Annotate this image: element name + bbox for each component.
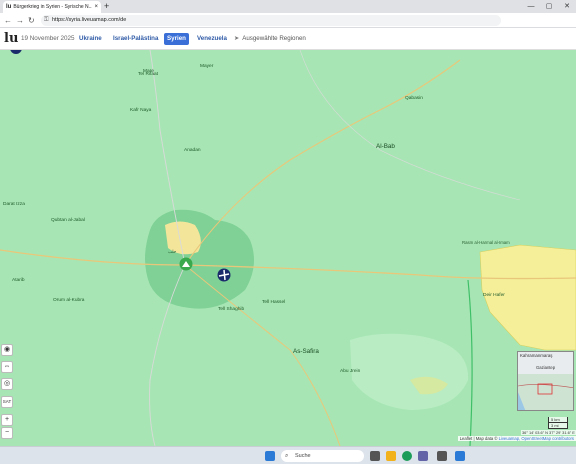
tab-strip: lu Bürgerkrieg in Syrien - Syrische N...…	[0, 0, 576, 13]
forward-button[interactable]: →	[16, 13, 24, 28]
attribution-prefix: Leaflet | Map data ©	[459, 436, 498, 441]
place-tell-hassel: Tell Hassel	[262, 300, 286, 305]
urban-area	[145, 209, 254, 309]
road-minor	[299, 50, 521, 201]
place-al-bab: Al-Bab	[376, 143, 395, 150]
minimize-button[interactable]: —	[522, 0, 540, 13]
selected-regions-label: Ausgewählte Regionen	[242, 35, 306, 42]
site-header: lu 19 November 2025 Ukraine Israel-Paläs…	[0, 28, 576, 50]
place-deir-hafer: Deir Hafer	[483, 293, 505, 298]
zoom-out-button[interactable]: −	[1, 427, 13, 439]
place-tal-rifaat: Tel Rifaat	[138, 72, 158, 77]
minimap-label-gaziantep: Gaziantep	[536, 365, 556, 370]
scale-mi: 3 mi	[548, 423, 568, 429]
top-marker[interactable]	[10, 50, 22, 54]
coordinate-readout: 36° 14' 03.6" N 37° 29' 31.6" E	[521, 430, 576, 435]
address-bar-row: ← → ↻ ⚿ https://syria.liveuamap.com/de	[0, 13, 576, 28]
map-layers	[0, 50, 576, 446]
reload-button[interactable]: ↻	[28, 13, 35, 28]
place-qabasin: Qabasin	[405, 96, 423, 101]
windows-start-icon[interactable]	[265, 451, 275, 461]
teams-icon[interactable]	[418, 451, 428, 461]
place-abu-jrein: Abu Jrein	[340, 369, 361, 374]
selected-regions-button[interactable]: ➤ Ausgewählte Regionen	[234, 28, 306, 50]
zoom-in-button[interactable]: +	[1, 414, 13, 426]
tab-israel-palestine[interactable]: Israel-Palästina	[110, 33, 161, 45]
browser-tab[interactable]: lu Bürgerkrieg in Syrien - Syrische N...…	[3, 1, 101, 13]
place-tell-shaghib: Tell Shaghib	[218, 307, 245, 312]
file-explorer-icon[interactable]	[386, 451, 396, 461]
place-as-safira: As-Safira	[293, 348, 319, 355]
favicon-icon: lu	[6, 4, 12, 10]
url-text: https://syria.liveuamap.com/de	[52, 17, 127, 23]
arrows-button[interactable]: ⇔	[1, 361, 13, 373]
lock-icon: ⚿	[44, 17, 49, 23]
place-anadan: Anadan	[184, 148, 201, 153]
tab-title: Bürgerkrieg in Syrien - Syrische N...	[13, 4, 93, 10]
store-icon[interactable]	[437, 451, 447, 461]
edge-browser-icon[interactable]	[402, 451, 412, 461]
minimap-label-kahramanmaras: Kahramanmaraş	[520, 353, 553, 358]
liveuamap-logo[interactable]: lu	[4, 31, 18, 46]
attribution: Leaflet | Map data © Liveuamap, OpenStre…	[457, 436, 576, 441]
new-tab-button[interactable]: +	[104, 0, 109, 13]
task-view-icon[interactable]	[370, 451, 380, 461]
salt-lake-area	[350, 333, 469, 410]
river	[467, 279, 473, 446]
place-darat-izza: Darat Izza	[3, 202, 25, 207]
scale-bar: 5 km 3 mi	[548, 417, 568, 429]
tab-close-icon[interactable]: ×	[94, 4, 98, 10]
search-icon: ⌕	[285, 453, 289, 459]
place-orum-al-kubra: Orum al-Kubra	[53, 298, 85, 303]
back-button[interactable]: ←	[4, 13, 12, 28]
minimap[interactable]: Kahramanmaraş Gaziantep	[517, 351, 574, 411]
browser-window: { "browser": { "tab_title": "Bürgerkrieg…	[0, 0, 576, 464]
maximize-button[interactable]: ▢	[540, 0, 558, 13]
app-icon[interactable]	[455, 451, 465, 461]
window-controls: — ▢ ✕	[522, 0, 576, 13]
minimap-shapes	[518, 374, 573, 410]
send-icon: ➤	[234, 35, 240, 42]
attribution-link[interactable]: Liveuamap, OpenStreetMap contributors	[499, 436, 574, 441]
locate-button[interactable]: ◎	[1, 378, 13, 390]
place-rasm-al-harmal: Rasm al-Harmal al-Imam	[462, 240, 510, 245]
close-window-button[interactable]: ✕	[558, 0, 576, 13]
satellite-button[interactable]: SAT	[1, 396, 13, 408]
tab-syria[interactable]: Syrien	[164, 33, 189, 45]
place-mayer: Mayer	[200, 64, 214, 69]
map-canvas[interactable]: Mare Tel Rifaat Kafr Naya Mayer Anadan Q…	[0, 50, 576, 446]
taskbar: ⌕ Suche	[0, 446, 576, 464]
search-label: Suche	[295, 453, 311, 459]
place-aleppo: حلب	[168, 249, 177, 254]
layers-button[interactable]: ◉	[1, 344, 13, 356]
place-kafr-naya: Kafr Naya	[130, 108, 152, 113]
current-date: 19 November 2025	[21, 35, 75, 42]
place-atarib: Atarib	[12, 278, 25, 283]
url-field[interactable]: ⚿ https://syria.liveuamap.com/de	[41, 15, 501, 26]
tab-ukraine[interactable]: Ukraine	[76, 33, 105, 45]
taskbar-search[interactable]: ⌕ Suche	[281, 450, 364, 462]
tab-venezuela[interactable]: Venezuela	[194, 33, 230, 45]
place-qubtan-al-jabal: Qubtan al-Jabal	[51, 218, 85, 223]
